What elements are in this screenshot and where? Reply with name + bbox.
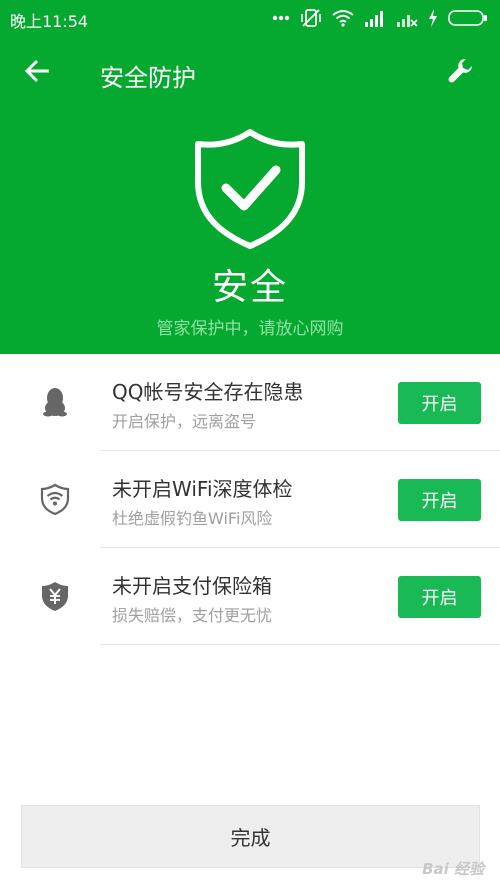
security-status-subtitle: 管家保护中，请放心网购 xyxy=(156,319,344,339)
item-title: 未开启WiFi深度体检 xyxy=(112,477,293,501)
wrench-icon xyxy=(447,57,475,89)
enable-button[interactable]: 开启 xyxy=(398,576,481,618)
status-bar: 晚上11:54 xyxy=(0,0,500,36)
item-description: 开启保护，远离盗号 xyxy=(112,412,257,431)
protection-list: QQ帐号安全存在隐患 开启保护，远离盗号 开启 未开启WiFi深度体检 杜绝虚假… xyxy=(0,354,500,645)
vibrate-off-icon xyxy=(300,8,322,28)
done-button[interactable]: 完成 xyxy=(21,805,480,868)
wifi-icon xyxy=(332,9,354,27)
signal-x-icon xyxy=(396,9,418,27)
watermark: Bai 经验 xyxy=(422,860,484,878)
titlebar: 安全防护 xyxy=(0,44,500,102)
wifi-shield-icon xyxy=(38,482,72,516)
list-item-qq-protection: QQ帐号安全存在隐患 开启保护，远离盗号 开启 xyxy=(0,354,500,451)
item-title: QQ帐号安全存在隐患 xyxy=(112,380,304,404)
enable-button[interactable]: 开启 xyxy=(398,479,481,521)
arrow-left-icon xyxy=(24,59,51,87)
header-panel: 晚上11:54 安全防护 安全 管家保护中，请放心网购 xyxy=(0,0,500,354)
item-title: 未开启支付保险箱 xyxy=(112,574,272,598)
list-item-payment-safe: 未开启支付保险箱 损失赔偿，支付更无忧 开启 xyxy=(0,548,500,645)
yen-shield-icon xyxy=(38,579,72,613)
more-dots-icon xyxy=(272,15,290,21)
signal-icon xyxy=(364,9,386,27)
settings-button[interactable] xyxy=(444,56,478,90)
list-item-wifi-check: 未开启WiFi深度体检 杜绝虚假钓鱼WiFi风险 开启 xyxy=(0,451,500,548)
item-description: 杜绝虚假钓鱼WiFi风险 xyxy=(112,509,273,528)
status-icons xyxy=(272,6,488,30)
qq-penguin-icon xyxy=(38,385,72,419)
security-status-label: 安全 xyxy=(211,267,288,308)
enable-button[interactable]: 开启 xyxy=(398,382,481,424)
item-description: 损失赔偿，支付更无忧 xyxy=(112,606,273,625)
charging-icon xyxy=(428,9,438,27)
back-button[interactable] xyxy=(20,56,56,90)
shield-check-icon xyxy=(192,128,308,250)
divider xyxy=(100,644,500,645)
status-time: 晚上11:54 xyxy=(10,12,89,31)
page-title: 安全防护 xyxy=(100,64,196,92)
battery-icon xyxy=(448,9,488,27)
